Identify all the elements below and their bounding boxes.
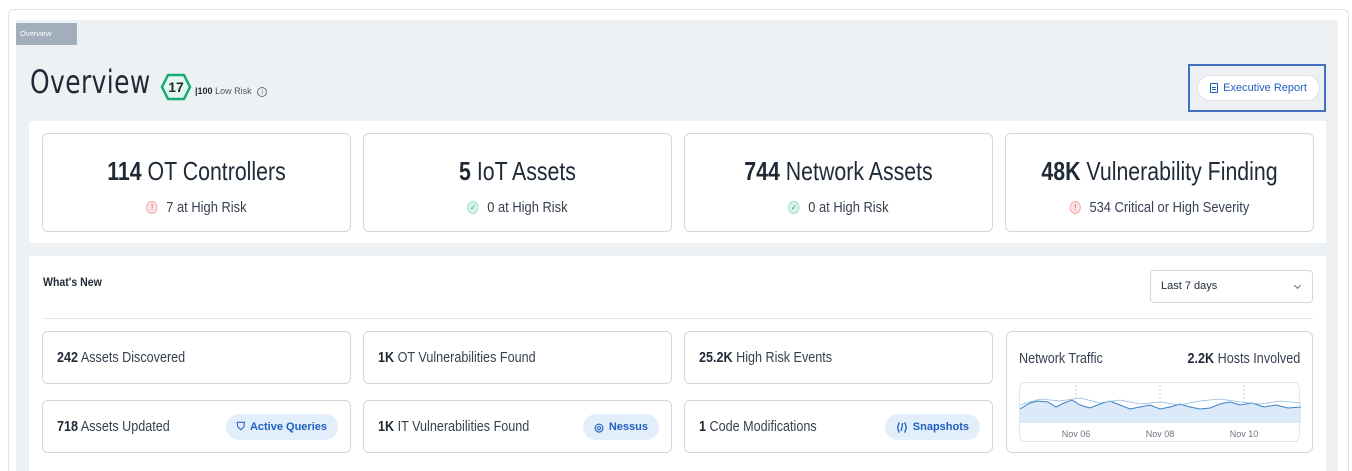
item-value: 718 [57, 418, 79, 435]
traffic-sparkline: Nov 06 Nov 08 Nov 10 [1019, 382, 1302, 442]
assets-updated-card[interactable]: 718 Assets Updated ⛉ Active Queries [42, 400, 351, 453]
card-vulnerability-finding[interactable]: 48K Vulnerability Finding ! 534 Critical … [1005, 133, 1314, 232]
item-label: Assets Updated [80, 418, 170, 435]
check-icon: ✓ [788, 201, 800, 214]
scan-icon: ◎ [594, 421, 604, 434]
card-subtext: 0 at High Risk [487, 199, 568, 216]
it-vulnerabilities-card[interactable]: 1K IT Vulnerabilities Found ◎ Nessus [363, 400, 672, 453]
info-icon[interactable]: i [257, 86, 268, 97]
card-iot-assets[interactable]: 5 IoT Assets ✓ 0 at High Risk [363, 133, 672, 232]
card-subtext: 0 at High Risk [808, 199, 889, 216]
card-value: 114 [107, 156, 142, 186]
ot-vulnerabilities-card[interactable]: 1K OT Vulnerabilities Found [363, 331, 672, 384]
item-value: 25.2K [699, 349, 733, 366]
pill-label: Active Queries [249, 421, 327, 433]
card-label: IoT Assets [476, 156, 576, 186]
period-select-value: Last 7 days [1161, 280, 1218, 292]
risk-score-text: |100 Low Risk i [195, 86, 268, 97]
traffic-label: Network Traffic [1019, 350, 1103, 367]
network-traffic-card[interactable]: Network Traffic 2.2K Hosts Involved Nov … [1006, 331, 1313, 453]
score-max: |100 [195, 86, 213, 96]
pill-label: Nessus [608, 421, 648, 433]
executive-report-button[interactable]: Executive Report [1197, 75, 1320, 101]
card-value: 48K [1041, 156, 1081, 186]
x-tick-label: Nov 10 [1230, 429, 1259, 439]
hosts-value: 2.2K [1187, 350, 1214, 367]
breadcrumb-overview[interactable]: Overview [16, 23, 77, 45]
assets-discovered-card[interactable]: 242 Assets Discovered [42, 331, 351, 384]
x-tick-label: Nov 08 [1146, 429, 1175, 439]
snapshots-pill[interactable]: ⟨/⟩ Snapshots [885, 414, 980, 440]
shield-icon: ⛉ [236, 420, 245, 433]
item-value: 1 [699, 418, 707, 435]
whats-new-title: What's New [43, 275, 102, 289]
active-queries-pill[interactable]: ⛉ Active Queries [225, 414, 338, 440]
item-label: IT Vulnerabilities Found [397, 418, 530, 435]
code-icon: ⟨/⟩ [896, 421, 908, 434]
card-label: Network Assets [785, 156, 933, 186]
score-value: 17 [168, 79, 184, 95]
item-value: 1K [378, 418, 395, 435]
item-label: High Risk Events [736, 349, 833, 366]
risk-label: Low Risk [215, 86, 252, 96]
pill-label: Snapshots [912, 421, 969, 433]
executive-report-label: Executive Report [1223, 82, 1307, 94]
item-label: Assets Discovered [80, 349, 186, 366]
page-title: Overview [30, 63, 151, 101]
high-risk-events-card[interactable]: 25.2K High Risk Events [684, 331, 993, 384]
alert-icon: ! [146, 201, 158, 214]
x-tick-label: Nov 06 [1062, 429, 1091, 439]
chevron-down-icon [1293, 281, 1302, 290]
card-network-assets[interactable]: 744 Network Assets ✓ 0 at High Risk [684, 133, 993, 232]
card-value: 744 [744, 156, 780, 186]
card-ot-controllers[interactable]: 114 OT Controllers ! 7 at High Risk [42, 133, 351, 232]
card-label: OT Controllers [147, 156, 286, 186]
hosts-label: Hosts Involved [1217, 350, 1300, 367]
period-select[interactable]: Last 7 days [1150, 270, 1313, 303]
item-label: Code Modifications [709, 418, 817, 435]
alert-icon: ! [1069, 201, 1081, 214]
item-label: OT Vulnerabilities Found [397, 349, 536, 366]
item-value: 242 [57, 349, 79, 366]
card-label: Vulnerability Finding [1086, 156, 1278, 186]
document-icon [1210, 83, 1219, 93]
card-subtext: 7 at High Risk [166, 199, 247, 216]
sparkline-chart: Nov 06 Nov 08 Nov 10 [1019, 385, 1302, 439]
check-icon: ✓ [467, 201, 479, 214]
card-subtext: 534 Critical or High Severity [1089, 199, 1250, 216]
score-hexagon-icon: 17 [160, 73, 192, 101]
code-modifications-card[interactable]: 1 Code Modifications ⟨/⟩ Snapshots [684, 400, 993, 453]
divider [43, 318, 1313, 319]
card-value: 5 [459, 156, 471, 186]
item-value: 1K [378, 349, 395, 366]
nessus-pill[interactable]: ◎ Nessus [583, 414, 659, 440]
